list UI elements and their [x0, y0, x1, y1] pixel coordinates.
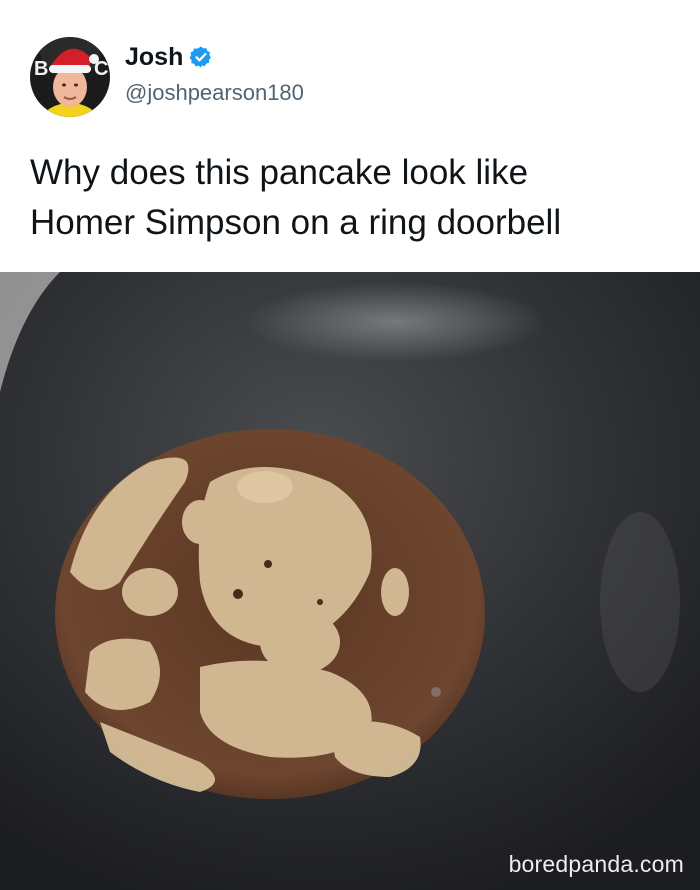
- verified-badge-icon: [189, 46, 212, 68]
- watermark: boredpanda.com: [508, 851, 684, 877]
- avatar-image: B C: [30, 37, 110, 117]
- tweet-text-line: Homer Simpson on a ring doorbell: [30, 203, 562, 242]
- author-name-row[interactable]: Josh: [125, 42, 213, 72]
- author-handle[interactable]: @joshpearson180: [125, 80, 304, 106]
- author-name[interactable]: Josh: [125, 42, 183, 72]
- tweet-text: Why does this pancake look like Homer Si…: [30, 148, 680, 248]
- svg-text:B: B: [34, 58, 48, 80]
- pancake-photo: [0, 272, 700, 890]
- tweet-header: B C Josh @joshpearson180 Why does this p…: [0, 0, 700, 272]
- tweet-text-line: Why does this pancake look like: [30, 153, 529, 192]
- avatar[interactable]: B C: [30, 37, 110, 117]
- tweet-photo[interactable]: boredpanda.com: [0, 272, 700, 890]
